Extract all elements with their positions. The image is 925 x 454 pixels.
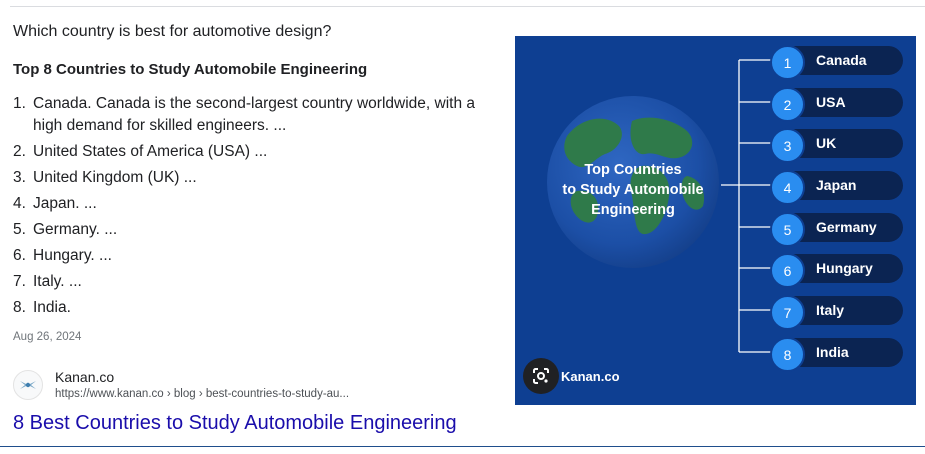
country-rank: 1: [770, 45, 805, 80]
list-item-number: 3.: [13, 169, 26, 186]
answer-title: Top 8 Countries to Study Automobile Engi…: [13, 61, 368, 78]
list-item-number: 8.: [13, 299, 26, 316]
list-item: 4. Japan. ...: [13, 193, 508, 215]
list-item-number: 6.: [13, 247, 26, 264]
top-divider: [10, 6, 925, 7]
list-item-text: India.: [33, 299, 71, 316]
list-item: 7. Italy. ...: [13, 271, 508, 293]
country-name: Hungary: [816, 260, 873, 276]
list-item: 2. United States of America (USA) ...: [13, 141, 508, 163]
country-name: Germany: [816, 219, 877, 235]
list-item-text: Canada. Canada is the second-largest cou…: [33, 95, 475, 134]
image-brand: Kanan.co: [523, 358, 620, 394]
result-title-link[interactable]: 8 Best Countries to Study Automobile Eng…: [13, 412, 457, 435]
country-rank: 5: [770, 212, 805, 247]
list-item-text: United States of America (USA) ...: [33, 143, 268, 160]
brand-name: Kanan.co: [561, 368, 620, 384]
result-image[interactable]: Top Countries to Study Automobile Engine…: [515, 36, 916, 405]
source-text: Kanan.co https://www.kanan.co › blog › b…: [55, 368, 349, 402]
country-pill-india: 8 India: [770, 337, 903, 372]
list-item: 3. United Kingdom (UK) ...: [13, 167, 508, 189]
kanan-logo-icon: [13, 370, 43, 400]
country-pill-japan: 4 Japan: [770, 170, 903, 205]
country-pill-usa: 2 USA: [770, 87, 903, 122]
country-name: Canada: [816, 52, 867, 68]
list-item-text: Italy. ...: [33, 273, 82, 290]
list-item-text: Japan. ...: [33, 195, 97, 212]
list-item-number: 7.: [13, 273, 26, 290]
country-name: India: [816, 344, 849, 360]
list-item-number: 1.: [13, 95, 26, 112]
country-rank: 6: [770, 253, 805, 288]
bottom-divider: [0, 446, 925, 447]
country-pill-canada: 1 Canada: [770, 45, 903, 80]
country-pill-hungary: 6 Hungary: [770, 253, 903, 288]
list-item-text: Germany. ...: [33, 221, 118, 238]
question-heading: Which country is best for automotive des…: [13, 23, 332, 40]
country-rank: 3: [770, 128, 805, 163]
answer-list: 1. Canada. Canada is the second-largest c…: [13, 93, 508, 323]
country-name: UK: [816, 135, 837, 151]
list-item: 1. Canada. Canada is the second-largest c…: [13, 93, 508, 137]
country-pill-italy: 7 Italy: [770, 295, 903, 330]
country-name: Italy: [816, 302, 845, 318]
country-rank: 7: [770, 295, 805, 330]
list-item-text: United Kingdom (UK) ...: [33, 169, 197, 186]
country-pill-uk: 3 UK: [770, 128, 903, 163]
source-attribution[interactable]: Kanan.co https://www.kanan.co › blog › b…: [13, 368, 349, 402]
list-item: 5. Germany. ...: [13, 219, 508, 241]
snippet-date: Aug 26, 2024: [13, 331, 82, 343]
site-url: https://www.kanan.co › blog › best-count…: [55, 388, 350, 400]
list-item-number: 5.: [13, 221, 26, 238]
country-name: Japan: [816, 177, 857, 193]
country-rank: 8: [770, 337, 805, 372]
list-item-text: Hungary. ...: [33, 247, 112, 264]
country-rank: 2: [770, 87, 805, 122]
country-rank: 4: [770, 170, 805, 205]
country-name: USA: [816, 94, 846, 110]
list-item-number: 4.: [13, 195, 26, 212]
list-item-number: 2.: [13, 143, 26, 160]
country-pill-germany: 5 Germany: [770, 212, 903, 247]
list-item: 6. Hungary. ...: [13, 245, 508, 267]
list-item: 8. India.: [13, 297, 508, 319]
google-lens-icon[interactable]: [523, 358, 559, 394]
site-name: Kanan.co: [55, 369, 115, 385]
